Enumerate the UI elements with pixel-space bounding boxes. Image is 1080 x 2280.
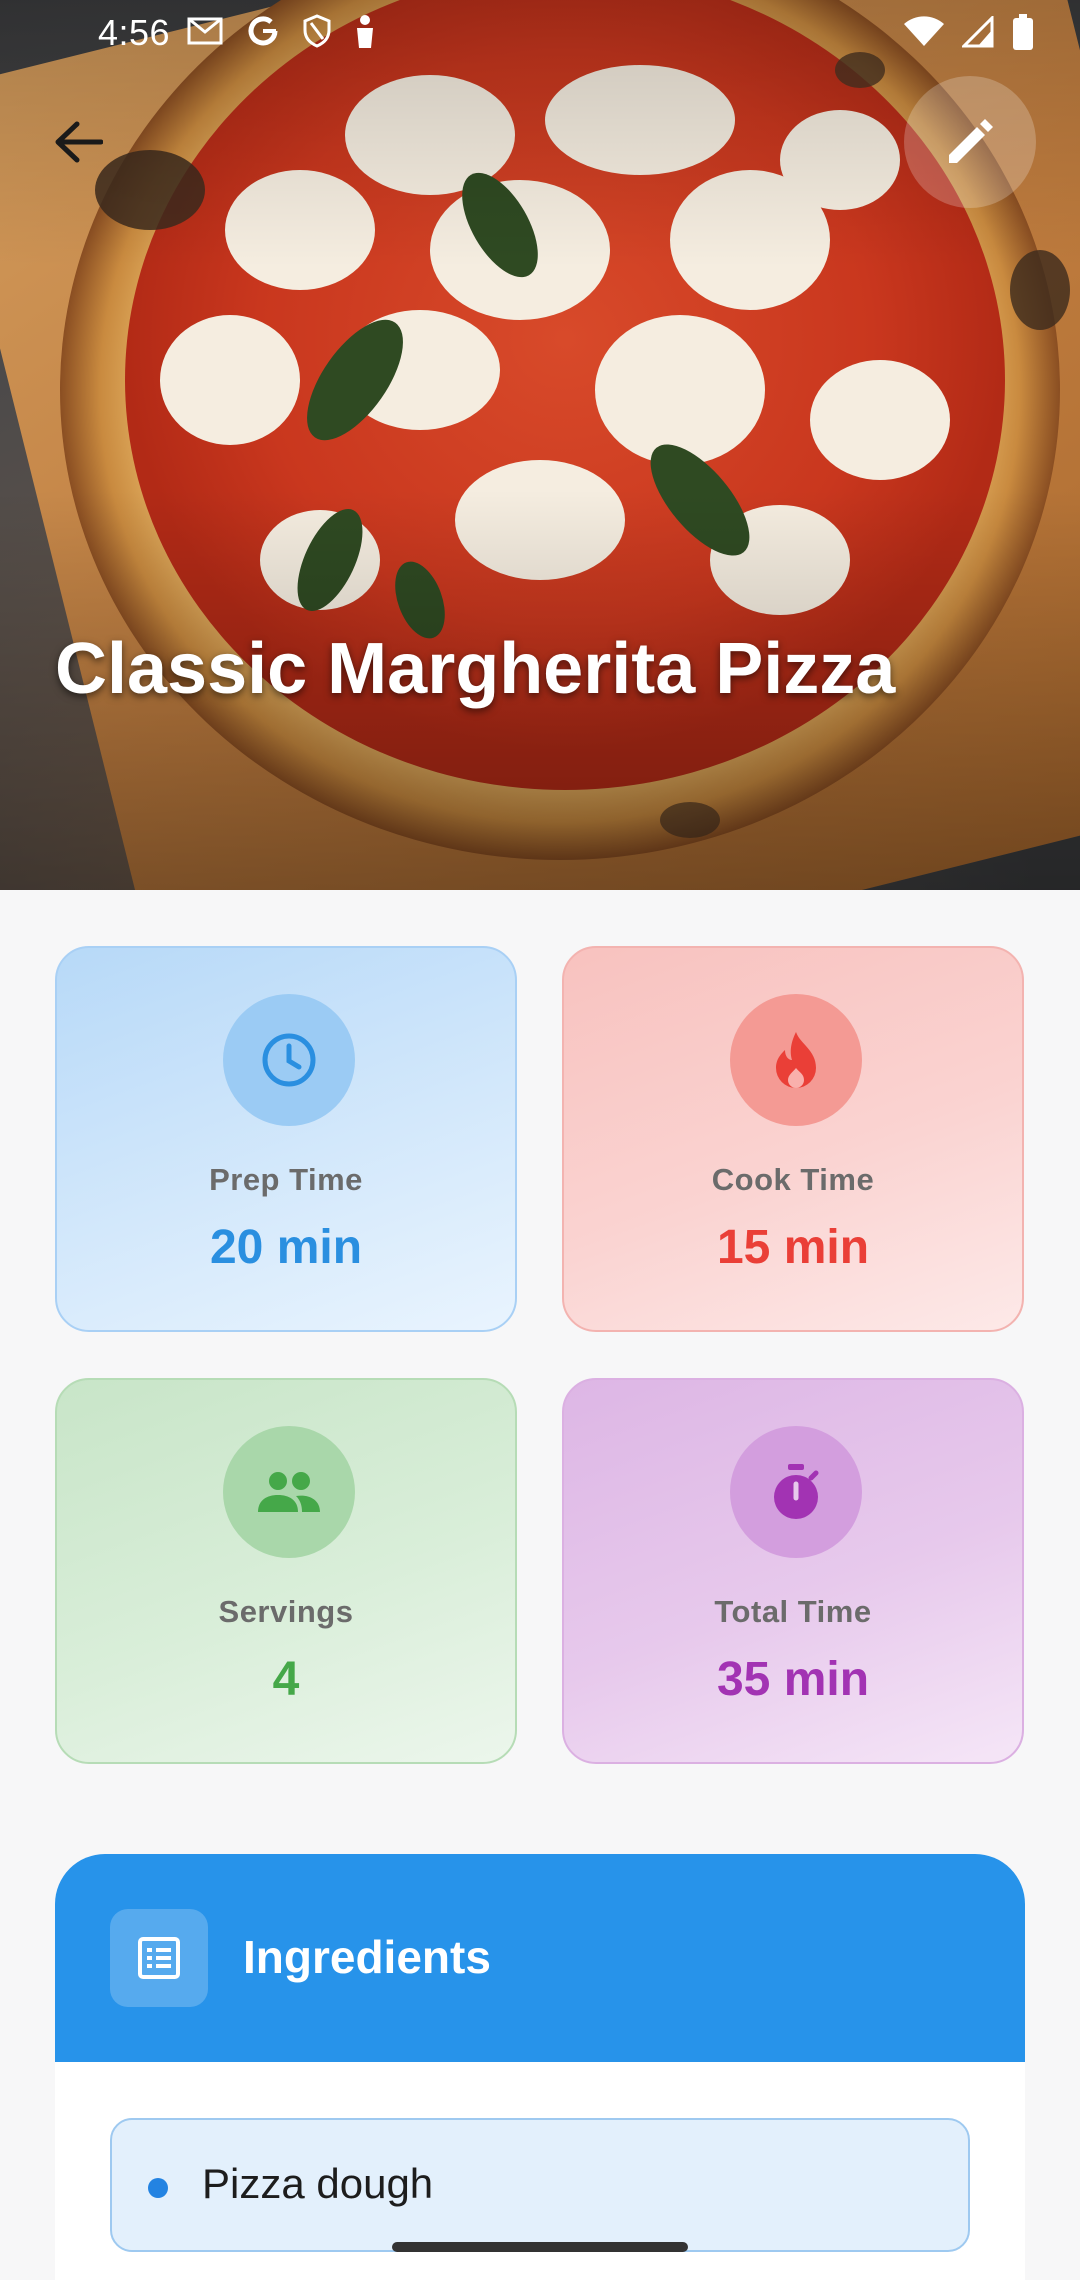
gmail-icon — [187, 17, 223, 45]
prep-time-label: Prep Time — [209, 1162, 363, 1197]
recipe-hero-image: 4:56 Classic Margherita Pizza — [0, 0, 1080, 890]
bullet-icon — [148, 2178, 168, 2198]
back-button[interactable] — [40, 104, 116, 180]
ingredient-text: Pizza dough — [202, 2160, 434, 2207]
ingredients-section: Ingredients Pizza dough — [55, 1854, 1025, 2280]
shield-icon — [303, 14, 331, 48]
ingredients-header: Ingredients — [55, 1854, 1025, 2062]
prep-time-value: 20 min — [209, 1221, 363, 1274]
edit-button[interactable] — [904, 76, 1036, 208]
people-icon — [258, 1472, 320, 1512]
status-time: 4:56 — [98, 12, 171, 53]
person-icon — [357, 15, 373, 48]
cook-time-label: Cook Time — [711, 1162, 875, 1197]
signal-icon — [962, 16, 994, 48]
total-time-value: 35 min — [716, 1653, 870, 1706]
google-icon — [248, 16, 278, 46]
cook-time-value: 15 min — [716, 1221, 870, 1274]
status-bar: 4:56 — [0, 0, 1080, 70]
flame-icon — [776, 1032, 816, 1088]
wifi-icon — [904, 16, 944, 46]
ingredient-item[interactable]: Pizza dough — [110, 2118, 970, 2252]
servings-value: 4 — [272, 1653, 300, 1706]
servings-card: Servings 4 — [55, 1378, 517, 1764]
total-time-label: Total Time — [714, 1594, 872, 1629]
timer-icon — [774, 1464, 819, 1519]
list-icon — [138, 1937, 180, 1979]
servings-label: Servings — [218, 1594, 354, 1629]
battery-icon — [1013, 14, 1033, 50]
cook-time-card: Cook Time 15 min — [562, 946, 1024, 1332]
ingredients-title: Ingredients — [243, 1931, 491, 1983]
clock-icon — [262, 1033, 316, 1087]
recipe-title: Classic Margherita Pizza — [55, 629, 896, 709]
prep-time-card: Prep Time 20 min — [55, 946, 517, 1332]
total-time-card: Total Time 35 min — [562, 1378, 1024, 1764]
pencil-icon — [949, 119, 993, 163]
arrow-back-icon — [55, 121, 103, 163]
gesture-navigation-bar[interactable] — [392, 2242, 688, 2252]
